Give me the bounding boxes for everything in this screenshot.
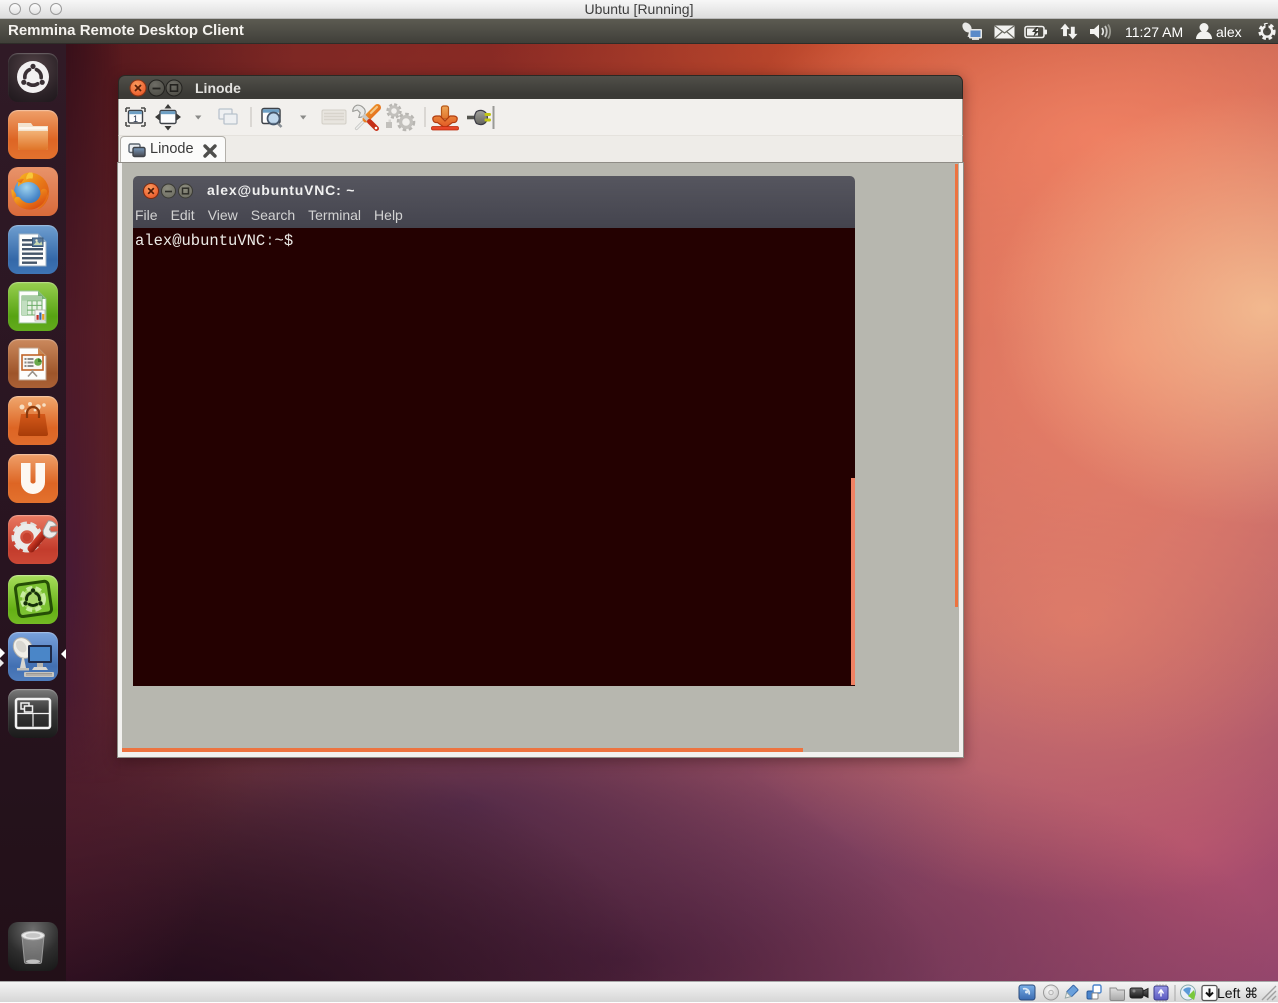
svg-text:1: 1 — [133, 114, 138, 124]
